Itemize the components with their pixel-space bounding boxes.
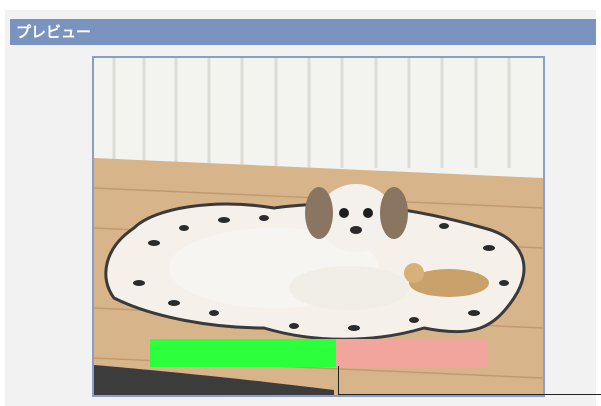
overlay-green: [150, 339, 336, 367]
camera-preview[interactable]: [92, 56, 545, 397]
dog-eye-right: [363, 208, 373, 218]
cursor-line-horizontal: [338, 394, 601, 395]
overlay-pink: [336, 339, 488, 367]
preview-image: [94, 58, 543, 395]
dog-nose: [350, 226, 362, 234]
plush-toy-head: [404, 263, 424, 283]
dog-ear-right: [380, 187, 408, 239]
dog-front: [289, 266, 409, 310]
cursor-line-vertical: [338, 366, 339, 394]
dog-ear-left: [305, 187, 333, 239]
panel-title: プレビュー: [10, 19, 596, 45]
dog-eye-left: [339, 208, 349, 218]
